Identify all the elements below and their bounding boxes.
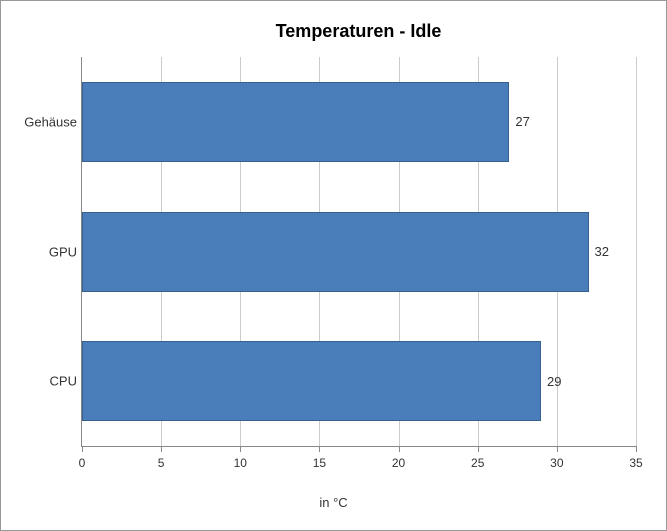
y-category-label: GPU <box>7 244 77 259</box>
x-tick-label: 25 <box>471 456 484 470</box>
x-tick-label: 0 <box>79 456 86 470</box>
bar-value-label: 32 <box>595 244 609 259</box>
plot-area: 0510152025303527Gehäuse32GPU29CPU <box>81 57 636 447</box>
x-tick-label: 10 <box>234 456 247 470</box>
x-tick <box>399 446 400 452</box>
x-tick-label: 35 <box>629 456 642 470</box>
x-tick-label: 30 <box>550 456 563 470</box>
chart-container: Temperaturen - Idle 0510152025303527Gehä… <box>0 0 667 531</box>
y-category-label: CPU <box>7 374 77 389</box>
x-axis-label: in °C <box>319 495 347 510</box>
x-tick <box>636 446 637 452</box>
x-tick-label: 20 <box>392 456 405 470</box>
y-category-label: Gehäuse <box>7 114 77 129</box>
bar-row: 29 <box>82 341 636 421</box>
bar-row: 27 <box>82 82 636 162</box>
bar <box>82 82 509 162</box>
x-tick-label: 15 <box>313 456 326 470</box>
x-tick <box>82 446 83 452</box>
x-tick <box>319 446 320 452</box>
bar-row: 32 <box>82 212 636 292</box>
x-tick <box>240 446 241 452</box>
chart-title: Temperaturen - Idle <box>81 21 636 42</box>
x-tick <box>478 446 479 452</box>
bar-value-label: 29 <box>547 374 561 389</box>
bar-value-label: 27 <box>515 114 529 129</box>
gridline <box>636 57 637 446</box>
x-tick <box>161 446 162 452</box>
x-tick-label: 5 <box>158 456 165 470</box>
x-tick <box>557 446 558 452</box>
bar <box>82 212 589 292</box>
bar <box>82 341 541 421</box>
